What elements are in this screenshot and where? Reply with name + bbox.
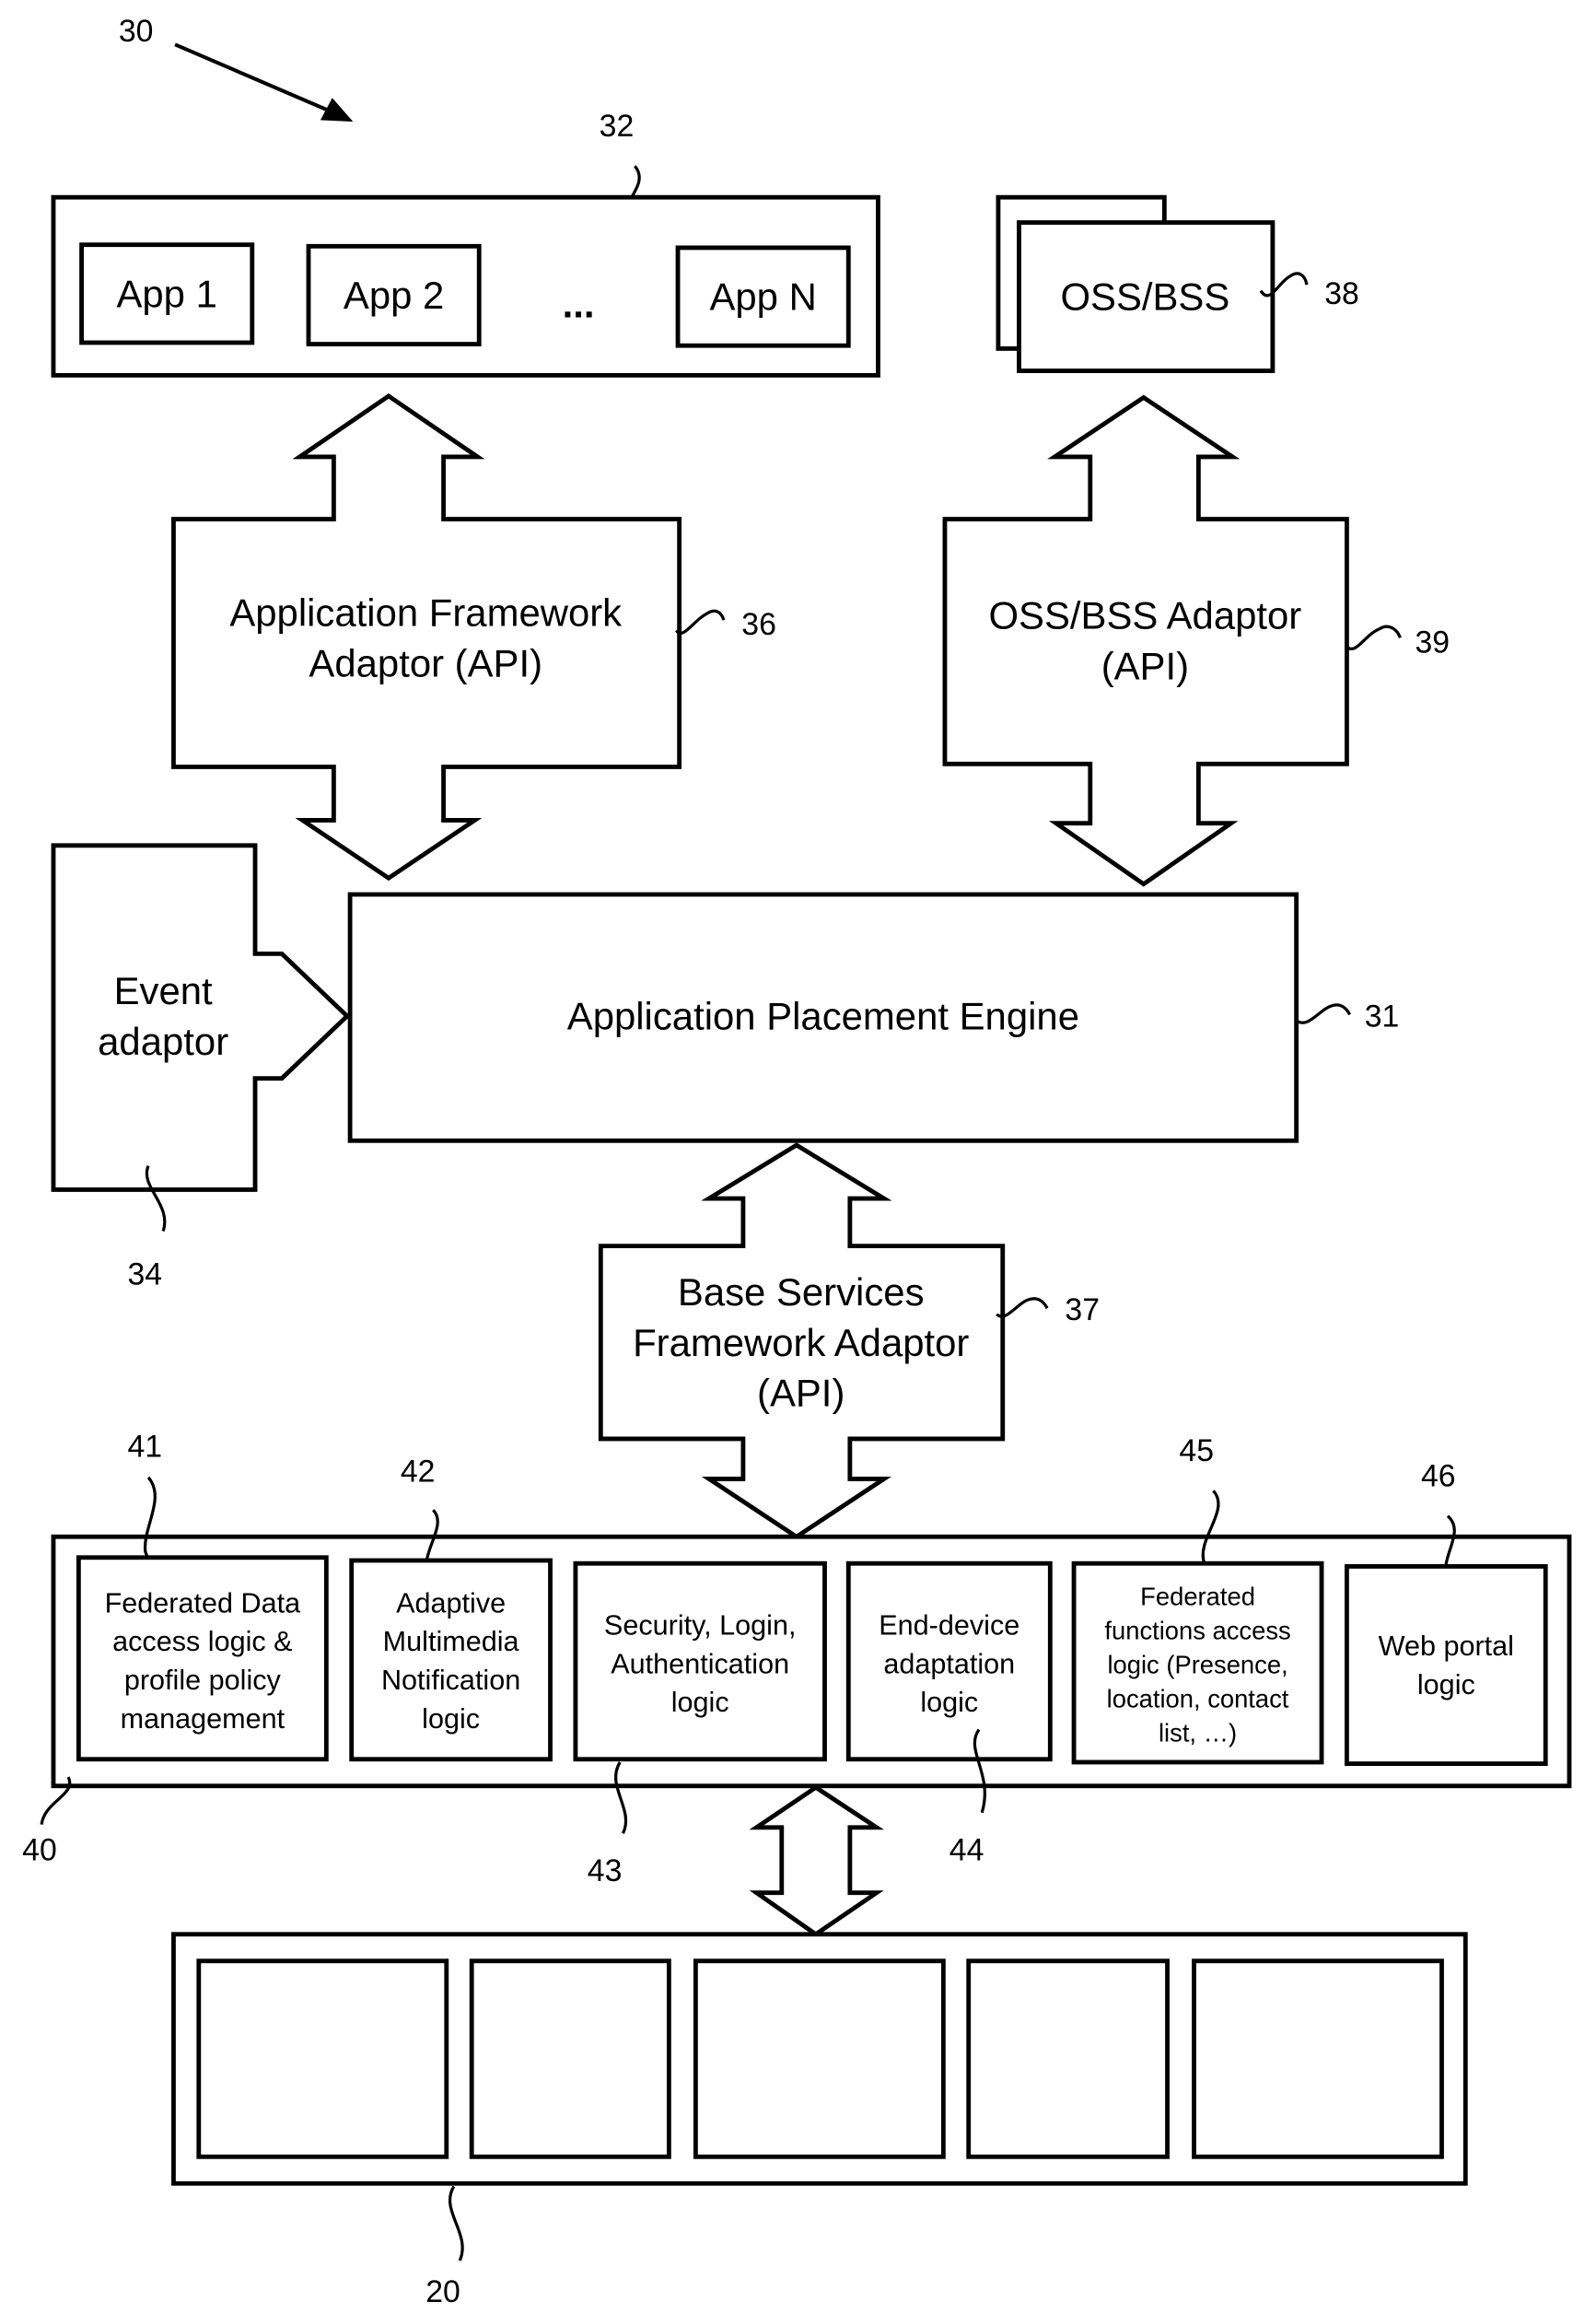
ref-44: 44 <box>949 1832 984 1867</box>
svg-text:logic: logic <box>920 1687 978 1718</box>
svg-text:adaptation: adaptation <box>883 1648 1015 1679</box>
svg-text:OSS/BSS Adaptor: OSS/BSS Adaptor <box>989 594 1302 637</box>
svg-text:Authentication: Authentication <box>611 1648 789 1679</box>
svg-text:profile policy: profile policy <box>124 1665 282 1696</box>
placement-engine[interactable]: Application Placement Engine <box>347 892 1299 1143</box>
svg-text:App N: App N <box>709 275 816 319</box>
ref-20: 20 <box>425 2274 460 2309</box>
ref-39: 39 <box>1415 625 1450 660</box>
ref-32: 32 <box>600 109 635 144</box>
svg-text:Framework Adaptor: Framework Adaptor <box>633 1321 969 1364</box>
ref-36: 36 <box>741 607 776 642</box>
svg-text:functions access: functions access <box>1104 1616 1290 1644</box>
network-cell[interactable] <box>469 1958 671 2159</box>
ref-43: 43 <box>588 1853 623 1888</box>
ref-38: 38 <box>1324 276 1359 311</box>
svg-text:Adaptive: Adaptive <box>396 1587 506 1619</box>
ref-46: 46 <box>1421 1458 1456 1493</box>
svg-text:Application Framework: Application Framework <box>229 591 622 635</box>
svg-text:Notification: Notification <box>381 1665 520 1696</box>
svg-text:Event: Event <box>114 969 213 1012</box>
ref-42: 42 <box>401 1455 436 1490</box>
svg-text:Web portal: Web portal <box>1379 1630 1514 1662</box>
app-box-1[interactable]: App 1 <box>79 242 255 345</box>
pointer-arrow-icon <box>174 42 354 123</box>
svg-text:Base Services: Base Services <box>678 1270 925 1314</box>
svg-text:(API): (API) <box>1101 645 1189 688</box>
ref-37: 37 <box>1065 1292 1100 1327</box>
svg-text:App 2: App 2 <box>344 274 444 317</box>
svg-text:Security, Login,: Security, Login, <box>604 1610 797 1642</box>
app-box-n[interactable]: App N <box>675 245 851 348</box>
base-services-adaptor[interactable]: Base Services Framework Adaptor (API) <box>598 1142 1006 1540</box>
event-adaptor[interactable]: Event adaptor <box>51 843 351 1192</box>
network-cell[interactable] <box>966 1958 1170 2159</box>
app-box-2[interactable]: App 2 <box>306 243 482 346</box>
ref-45: 45 <box>1179 1433 1214 1468</box>
apps-ellipsis: ... <box>563 283 595 326</box>
module-web-portal[interactable]: Web portal logic <box>1345 1564 1548 1767</box>
svg-text:Federated Data: Federated Data <box>105 1587 301 1619</box>
module-adaptive-multimedia[interactable]: Adaptive Multimedia Notification logic <box>349 1558 553 1762</box>
network-cell[interactable] <box>196 1958 449 2159</box>
svg-text:management: management <box>121 1703 285 1735</box>
leader-36 <box>675 609 726 635</box>
svg-text:logic: logic <box>422 1703 480 1735</box>
module-security-login[interactable]: Security, Login, Authentication logic <box>573 1560 827 1762</box>
svg-text:Multimedia: Multimedia <box>383 1626 519 1657</box>
svg-text:Federated: Federated <box>1140 1582 1255 1610</box>
module-federated-functions[interactable]: Federated functions access logic (Presen… <box>1071 1560 1324 1765</box>
svg-text:adaptor: adaptor <box>98 1020 228 1063</box>
ref-40: 40 <box>22 1832 57 1867</box>
svg-text:App 1: App 1 <box>116 272 216 315</box>
ref-30: 30 <box>119 14 154 49</box>
svg-text:End-device: End-device <box>879 1610 1019 1642</box>
leader-31 <box>1295 1003 1352 1024</box>
ref-41: 41 <box>128 1429 163 1464</box>
svg-text:(API): (API) <box>757 1372 845 1415</box>
svg-text:list, …): list, …) <box>1159 1718 1237 1747</box>
oss-bss-adaptor[interactable]: OSS/BSS Adaptor (API) <box>942 394 1349 887</box>
svg-text:logic: logic <box>671 1687 729 1718</box>
architecture-diagram: 30 32 App 1 App 2 ... App N OSS/BSS 38 A… <box>22 14 1572 2309</box>
svg-text:OSS/BSS: OSS/BSS <box>1060 275 1229 319</box>
svg-text:location, contact: location, contact <box>1107 1684 1289 1712</box>
svg-text:access logic &: access logic & <box>112 1626 292 1657</box>
bidirectional-arrow-icon <box>749 1784 884 1937</box>
oss-bss-box[interactable]: OSS/BSS <box>996 194 1276 373</box>
svg-text:Application Placement Engine: Application Placement Engine <box>567 995 1079 1038</box>
app-framework-adaptor[interactable]: Application Framework Adaptor (API) <box>171 393 682 882</box>
svg-text:logic: logic <box>1417 1669 1475 1700</box>
leader-39 <box>1346 625 1402 650</box>
module-federated-data[interactable]: Federated Data access logic & profile po… <box>76 1555 329 1762</box>
ref-31: 31 <box>1365 999 1400 1034</box>
svg-text:Adaptor (API): Adaptor (API) <box>309 641 542 684</box>
module-end-device[interactable]: End-device adaptation logic <box>845 1560 1053 1762</box>
svg-text:logic (Presence,: logic (Presence, <box>1107 1650 1287 1678</box>
leader-20 <box>448 2185 464 2261</box>
network-cell[interactable] <box>693 1958 946 2159</box>
network-cell[interactable] <box>1192 1958 1444 2159</box>
ref-34: 34 <box>128 1256 163 1291</box>
